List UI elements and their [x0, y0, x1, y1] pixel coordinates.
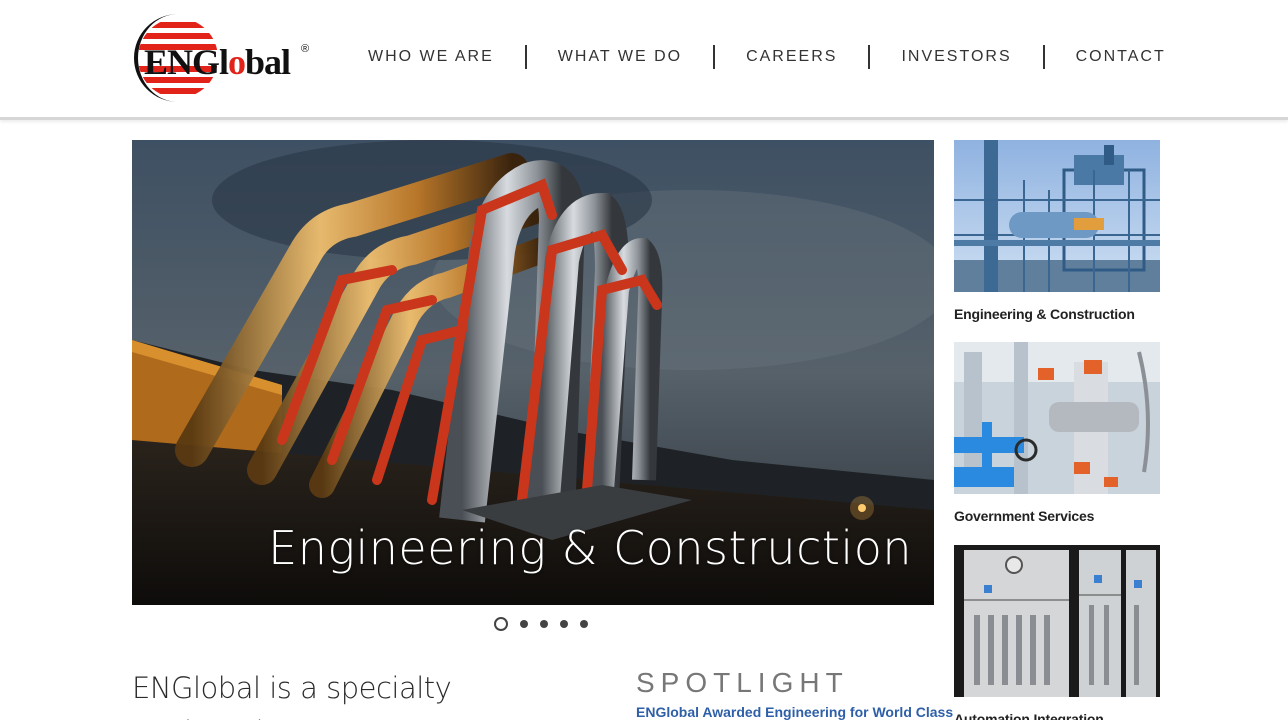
tile-government-services[interactable]: Government Services — [954, 342, 1160, 524]
slider-dot-1[interactable] — [494, 617, 508, 631]
englobal-logo[interactable]: ENGlobal ® — [132, 12, 314, 104]
tile-label[interactable]: Engineering & Construction — [954, 306, 1160, 322]
nav-contact[interactable]: CONTACT — [1060, 48, 1182, 66]
spotlight-title: SPOTLIGHT — [636, 667, 849, 698]
nav-who-we-are[interactable]: WHO WE ARE — [352, 48, 510, 66]
hero-caption: Engineering & Construction — [268, 521, 912, 575]
nav-divider — [1042, 45, 1045, 69]
valves-piping-photo — [954, 342, 1160, 494]
nav-what-we-do[interactable]: WHAT WE DO — [542, 48, 698, 66]
industrial-structure-photo — [954, 140, 1160, 292]
control-panel-photo — [954, 545, 1160, 697]
tile-label[interactable]: Automation Integration — [954, 711, 1160, 720]
slider-dot-3[interactable] — [540, 620, 548, 628]
slider-pagination — [494, 617, 588, 631]
nav-careers[interactable]: CAREERS — [730, 48, 853, 66]
slider-dot-4[interactable] — [560, 620, 568, 628]
svg-text:®: ® — [301, 43, 309, 55]
nav-investors[interactable]: INVESTORS — [885, 48, 1027, 66]
nav-divider — [713, 45, 716, 69]
slider-dot-5[interactable] — [580, 620, 588, 628]
spotlight-headline-link[interactable]: ENGlobal Awarded Engineering for World C… — [636, 704, 953, 720]
slider-dot-2[interactable] — [520, 620, 528, 628]
nav-divider — [868, 45, 871, 69]
tile-label[interactable]: Government Services — [954, 508, 1160, 524]
main-nav: WHO WE ARE WHAT WE DO CAREERS INVESTORS … — [352, 40, 1182, 74]
tile-automation-integration[interactable]: Automation Integration — [954, 545, 1160, 720]
svg-text:ENGlobal: ENGlobal — [144, 42, 291, 82]
hero-slider[interactable]: Engineering & Construction — [132, 140, 934, 605]
site-header: ENGlobal ® WHO WE ARE WHAT WE DO CAREERS… — [0, 0, 1288, 120]
nav-divider — [524, 45, 527, 69]
tile-engineering-construction[interactable]: Engineering & Construction — [954, 140, 1160, 322]
intro-text: ENGlobal is a specialty engineering — [132, 671, 452, 720]
